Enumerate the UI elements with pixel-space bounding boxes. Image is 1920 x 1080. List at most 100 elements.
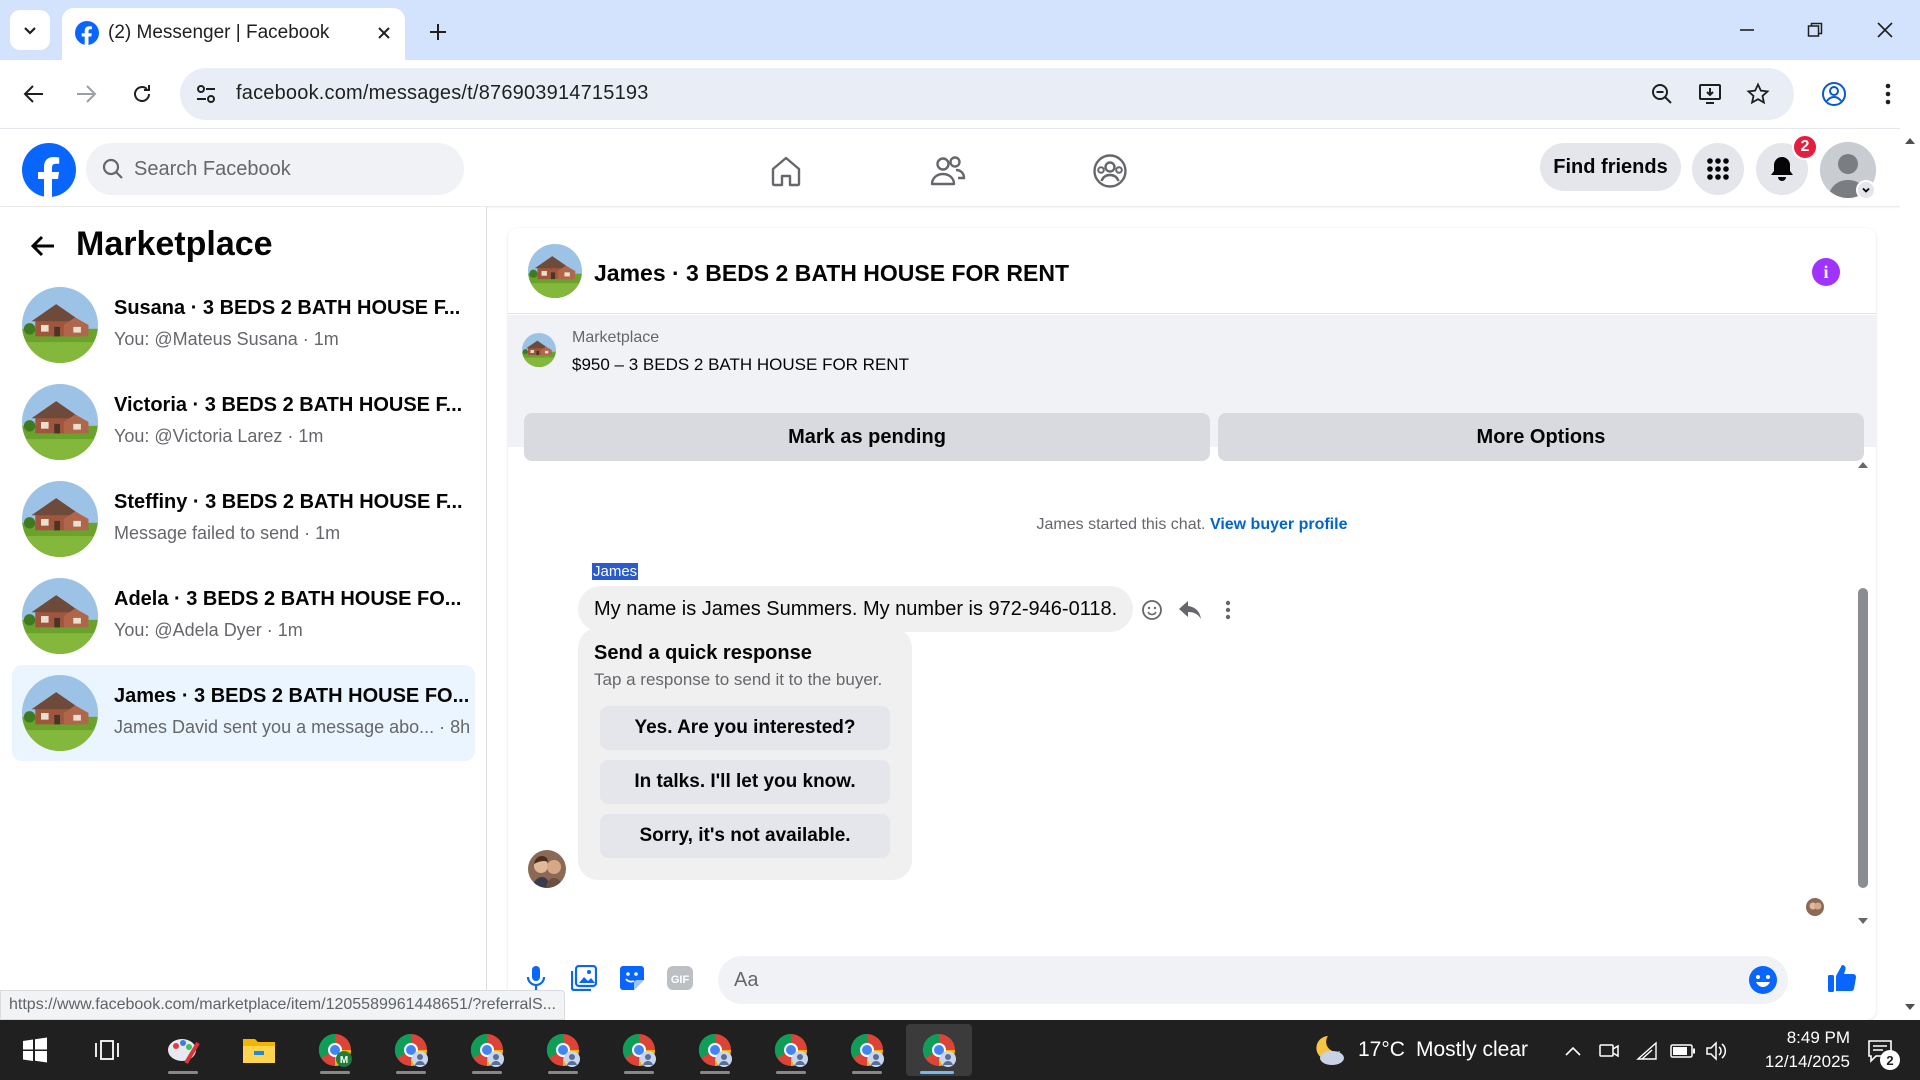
forward-button[interactable] xyxy=(66,74,106,114)
facebook-logo-icon[interactable] xyxy=(22,143,76,197)
gif-button[interactable]: GIF xyxy=(662,960,698,996)
listing-price[interactable]: $950 – 3 BEDS 2 BATH HOUSE FOR RENT xyxy=(572,355,909,375)
info-icon[interactable]: i xyxy=(1812,258,1840,286)
conversation-preview: Message failed to send · 1m xyxy=(114,523,341,543)
task-view-icon xyxy=(95,1040,119,1060)
microphone-icon xyxy=(526,966,546,990)
like-send-button[interactable] xyxy=(1824,960,1860,996)
minimize-button[interactable] xyxy=(1722,10,1772,50)
taskbar-app-chrome-active[interactable] xyxy=(906,1024,972,1076)
thread-scroll-thumb[interactable] xyxy=(1858,588,1868,888)
quick-response-subtitle: Tap a response to send it to the buyer. xyxy=(594,670,883,689)
attach-photo-button[interactable] xyxy=(566,960,602,996)
site-info-icon[interactable] xyxy=(194,82,218,106)
home-nav-button[interactable] xyxy=(766,151,806,191)
emoji-button[interactable] xyxy=(1748,965,1778,995)
tab-search-button[interactable] xyxy=(10,10,50,50)
task-view-button[interactable] xyxy=(76,1024,138,1076)
facebook-favicon-icon xyxy=(74,20,100,46)
message-input-box[interactable] xyxy=(718,956,1788,1004)
conversation-item[interactable]: Susana · 3 BEDS 2 BATH HOUSE F... You: @M… xyxy=(12,277,475,373)
weather-temperature[interactable]: 17°C xyxy=(1358,1038,1405,1062)
sidebar-title: Marketplace xyxy=(76,225,273,263)
taskbar-app-chrome-4[interactable] xyxy=(608,1024,670,1076)
taskbar-app-chrome-5[interactable] xyxy=(684,1024,746,1076)
sender-name: James xyxy=(592,563,639,580)
windows-logo-icon xyxy=(23,1037,47,1063)
url-text[interactable]: facebook.com/messages/t/876903914715193 xyxy=(236,82,649,105)
message-input[interactable] xyxy=(734,956,1734,1004)
menu-grid-button[interactable] xyxy=(1692,143,1744,195)
zoom-icon[interactable] xyxy=(1648,80,1676,108)
listing-thumbnail[interactable] xyxy=(522,333,556,367)
home-icon xyxy=(771,156,801,187)
conversation-item[interactable]: Victoria · 3 BEDS 2 BATH HOUSE F... You: … xyxy=(12,374,475,470)
search-input[interactable] xyxy=(134,143,444,195)
gif-icon: GIF xyxy=(667,966,693,990)
taskbar-app-chrome-2[interactable] xyxy=(456,1024,518,1076)
chrome-icon xyxy=(470,1033,504,1067)
bookmark-star-icon[interactable] xyxy=(1744,80,1772,108)
conversation-preview: You: @Adela Dyer · 1m xyxy=(114,620,303,640)
sticker-button[interactable] xyxy=(614,960,650,996)
meet-now-icon[interactable] xyxy=(1596,1038,1622,1064)
friends-icon xyxy=(930,156,966,186)
quick-reply-button[interactable]: Yes. Are you interested? xyxy=(600,706,890,750)
weather-description[interactable]: Mostly clear xyxy=(1416,1038,1528,1062)
install-app-icon[interactable] xyxy=(1696,80,1724,108)
taskbar-app-paint[interactable] xyxy=(152,1024,214,1076)
battery-icon[interactable] xyxy=(1670,1038,1696,1064)
taskbar-app-file-explorer[interactable] xyxy=(228,1024,290,1076)
taskbar-app-chrome-profile-m[interactable]: M xyxy=(304,1024,366,1076)
chat-title[interactable]: James · 3 BEDS 2 BATH HOUSE FOR RENT xyxy=(594,260,1069,287)
find-friends-button[interactable]: Find friends xyxy=(1540,143,1681,191)
taskbar-app-chrome-7[interactable] xyxy=(836,1024,898,1076)
new-tab-button[interactable] xyxy=(420,14,456,50)
sender-avatar[interactable] xyxy=(528,850,566,888)
close-tab-icon[interactable] xyxy=(371,20,397,46)
view-buyer-profile-link[interactable]: View buyer profile xyxy=(1210,516,1348,533)
start-button[interactable] xyxy=(4,1024,66,1076)
conversation-name: Steffiny · 3 BEDS 2 BATH HOUSE F... xyxy=(114,491,463,513)
folder-icon xyxy=(243,1039,275,1063)
tab-title: (2) Messenger | Facebook xyxy=(108,22,330,43)
quick-reply-button[interactable]: In talks. I'll let you know. xyxy=(600,760,890,804)
facebook-search-box[interactable] xyxy=(86,143,464,195)
browser-menu-icon[interactable] xyxy=(1868,74,1908,114)
react-button[interactable] xyxy=(1138,596,1166,624)
minimize-icon xyxy=(1740,29,1754,31)
clock-time[interactable]: 8:49 PM xyxy=(1740,1028,1850,1048)
volume-icon[interactable] xyxy=(1704,1038,1730,1064)
browser-profile-icon[interactable] xyxy=(1814,74,1854,114)
grid-menu-icon xyxy=(1707,158,1729,180)
paint-app-icon xyxy=(168,1039,200,1065)
network-wifi-icon[interactable] xyxy=(1634,1038,1660,1064)
close-window-button[interactable] xyxy=(1860,10,1910,50)
quick-reply-button[interactable]: Sorry, it's not available. xyxy=(600,814,890,858)
listing-banner: Marketplace $950 – 3 BEDS 2 BATH HOUSE F… xyxy=(508,315,1876,461)
listing-avatar[interactable] xyxy=(528,244,582,298)
conversation-item[interactable]: Steffiny · 3 BEDS 2 BATH HOUSE F... Messa… xyxy=(12,471,475,567)
back-button[interactable] xyxy=(14,74,54,114)
reply-button[interactable] xyxy=(1176,596,1204,624)
address-bar[interactable]: facebook.com/messages/t/876903914715193 xyxy=(180,68,1794,120)
reload-button[interactable] xyxy=(122,74,162,114)
taskbar-app-chrome-1[interactable] xyxy=(380,1024,442,1076)
back-arrow-button[interactable] xyxy=(26,229,60,263)
friends-nav-button[interactable] xyxy=(928,151,968,191)
clock-date[interactable]: 12/14/2025 xyxy=(1740,1052,1850,1072)
groups-nav-button[interactable] xyxy=(1090,151,1130,191)
restore-button[interactable] xyxy=(1790,10,1840,50)
conversation-item[interactable]: James · 3 BEDS 2 BATH HOUSE FO... James D… xyxy=(12,665,475,761)
taskbar-app-chrome-3[interactable] xyxy=(532,1024,594,1076)
message-more-button[interactable] xyxy=(1214,596,1242,624)
weather-moon-icon[interactable] xyxy=(1310,1034,1346,1068)
message-bubble[interactable]: My name is James Summers. My number is 9… xyxy=(578,586,1134,632)
show-hidden-icons-button[interactable] xyxy=(1560,1038,1586,1064)
browser-tab-active[interactable]: (2) Messenger | Facebook xyxy=(62,8,405,60)
house-photo-icon xyxy=(22,675,98,751)
account-menu-caret[interactable] xyxy=(1856,180,1876,200)
taskbar-app-chrome-6[interactable] xyxy=(760,1024,822,1076)
page-scrollbar[interactable] xyxy=(1900,128,1920,1020)
conversation-item[interactable]: Adela · 3 BEDS 2 BATH HOUSE FO... You: @A… xyxy=(12,568,475,664)
